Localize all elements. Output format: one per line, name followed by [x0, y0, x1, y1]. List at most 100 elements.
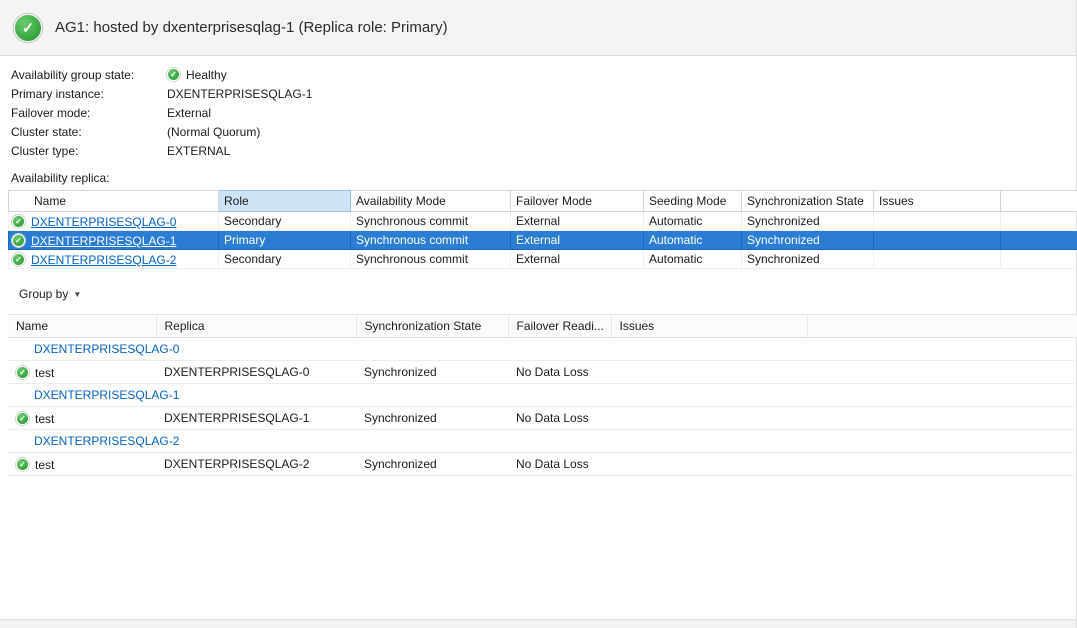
healthy-check-icon: ✓	[12, 215, 25, 228]
database-failover-readiness-cell: No Data Loss	[508, 453, 611, 476]
replica-link[interactable]: DXENTERPRISESQLAG-1	[31, 234, 176, 248]
check-glyph: ✓	[15, 255, 22, 264]
database-row[interactable]: ✓ test DXENTERPRISESQLAG-0 Synchronized …	[8, 361, 1077, 384]
availability-replica-table: Name Role Availability Mode Failover Mod…	[8, 190, 1077, 269]
status-label: Primary instance:	[11, 87, 167, 101]
status-row-group-state: Availability group state: ✓ Healthy	[11, 65, 1076, 84]
availability-replica-label: Availability replica:	[11, 171, 1076, 185]
status-label: Cluster state:	[11, 125, 167, 139]
replica-availability-mode-cell: Synchronous commit	[351, 231, 511, 250]
column-header-issues[interactable]: Issues	[611, 315, 807, 338]
column-header-replica[interactable]: Replica	[156, 315, 356, 338]
database-replica-cell: DXENTERPRISESQLAG-2	[156, 453, 356, 476]
replica-row-1-selected[interactable]: ✓ DXENTERPRISESQLAG-1 Primary Synchronou…	[9, 231, 1077, 250]
group-name: DXENTERPRISESQLAG-0	[34, 342, 179, 356]
database-synchronization-state-cell: Synchronized	[356, 361, 508, 384]
database-replica-cell: DXENTERPRISESQLAG-0	[156, 361, 356, 384]
database-issues-cell	[611, 453, 807, 476]
status-value-text: (Normal Quorum)	[167, 125, 260, 139]
column-header-name[interactable]: Name	[9, 191, 219, 212]
group-header-cell: DXENTERPRISESQLAG-2	[8, 430, 1077, 453]
healthy-check-icon: ✓	[16, 458, 29, 471]
replica-table-header-row: Name Role Availability Mode Failover Mod…	[9, 191, 1077, 212]
replica-filler-cell	[1001, 212, 1077, 231]
replica-filler-cell	[1001, 250, 1077, 269]
column-header-failover-readiness[interactable]: Failover Readi...	[508, 315, 611, 338]
healthy-check-icon: ✓	[12, 234, 25, 247]
databases-table: Name Replica Synchronization State Failo…	[8, 314, 1077, 476]
column-header-availability-mode[interactable]: Availability Mode	[351, 191, 511, 212]
replica-name-cell: ✓ DXENTERPRISESQLAG-1	[9, 231, 219, 250]
replica-availability-mode-cell: Synchronous commit	[351, 212, 511, 231]
database-issues-cell	[611, 361, 807, 384]
database-filler-cell	[807, 361, 1077, 384]
page-title: AG1: hosted by dxenterprisesqlag-1 (Repl…	[55, 19, 448, 36]
group-header-cell: DXENTERPRISESQLAG-1	[8, 384, 1077, 407]
column-header-name[interactable]: Name	[8, 315, 156, 338]
database-replica-cell: DXENTERPRISESQLAG-1	[156, 407, 356, 430]
replica-availability-mode-cell: Synchronous commit	[351, 250, 511, 269]
check-glyph: ✓	[22, 19, 35, 37]
database-name: test	[35, 412, 54, 426]
check-glyph: ✓	[19, 368, 26, 377]
database-name: test	[35, 366, 54, 380]
status-value: ✓ Healthy	[167, 68, 227, 82]
column-header-issues[interactable]: Issues	[874, 191, 1001, 212]
status-value-text: DXENTERPRISESQLAG-1	[167, 87, 312, 101]
replica-link[interactable]: DXENTERPRISESQLAG-2	[31, 253, 176, 267]
status-value-text: Healthy	[186, 68, 227, 82]
status-label: Cluster type:	[11, 144, 167, 158]
healthy-check-icon: ✓	[167, 68, 180, 81]
database-filler-cell	[807, 407, 1077, 430]
dashboard-header: ✓ AG1: hosted by dxenterprisesqlag-1 (Re…	[0, 0, 1076, 56]
group-header-cell: DXENTERPRISESQLAG-0	[8, 338, 1077, 361]
databases-table-header-row: Name Replica Synchronization State Failo…	[8, 315, 1077, 338]
database-failover-readiness-cell: No Data Loss	[508, 407, 611, 430]
database-name-cell: ✓ test	[8, 453, 156, 476]
replica-synchronization-state-cell: Synchronized	[742, 250, 874, 269]
healthy-check-icon: ✓	[16, 366, 29, 379]
healthy-check-icon: ✓	[16, 412, 29, 425]
replica-role-cell: Secondary	[219, 212, 351, 231]
database-name: test	[35, 458, 54, 472]
database-issues-cell	[611, 407, 807, 430]
replica-role-cell: Primary	[219, 231, 351, 250]
column-header-failover-mode[interactable]: Failover Mode	[511, 191, 644, 212]
column-header-seeding-mode[interactable]: Seeding Mode	[644, 191, 742, 212]
column-header-filler	[807, 315, 1077, 338]
check-glyph: ✓	[15, 236, 22, 245]
status-row-failover-mode: Failover mode: External	[11, 103, 1076, 122]
group-header-row-2[interactable]: DXENTERPRISESQLAG-2	[8, 430, 1077, 453]
database-synchronization-state-cell: Synchronized	[356, 407, 508, 430]
column-header-synchronization-state[interactable]: Synchronization State	[356, 315, 508, 338]
database-name-cell: ✓ test	[8, 407, 156, 430]
replica-seeding-mode-cell: Automatic	[644, 212, 742, 231]
replica-link[interactable]: DXENTERPRISESQLAG-0	[31, 215, 176, 229]
replica-name-cell: ✓ DXENTERPRISESQLAG-0	[9, 212, 219, 231]
ag-dashboard: ✓ AG1: hosted by dxenterprisesqlag-1 (Re…	[0, 0, 1077, 628]
group-by-button[interactable]: Group by ▼	[11, 283, 89, 305]
column-header-synchronization-state[interactable]: Synchronization State	[742, 191, 874, 212]
database-row[interactable]: ✓ test DXENTERPRISESQLAG-2 Synchronized …	[8, 453, 1077, 476]
replica-row-2[interactable]: ✓ DXENTERPRISESQLAG-2 Secondary Synchron…	[9, 250, 1077, 269]
group-by-label: Group by	[19, 287, 68, 301]
status-label: Failover mode:	[11, 106, 167, 120]
group-header-row-1[interactable]: DXENTERPRISESQLAG-1	[8, 384, 1077, 407]
status-value-text: EXTERNAL	[167, 144, 230, 158]
healthy-check-icon: ✓	[14, 14, 42, 42]
replica-role-cell: Secondary	[219, 250, 351, 269]
replica-issues-cell	[874, 212, 1001, 231]
replica-seeding-mode-cell: Automatic	[644, 250, 742, 269]
status-value-text: External	[167, 106, 211, 120]
check-glyph: ✓	[170, 70, 177, 79]
replica-issues-cell	[874, 231, 1001, 250]
column-header-role[interactable]: Role	[219, 191, 351, 212]
check-glyph: ✓	[19, 460, 26, 469]
database-row[interactable]: ✓ test DXENTERPRISESQLAG-1 Synchronized …	[8, 407, 1077, 430]
replica-row-0[interactable]: ✓ DXENTERPRISESQLAG-0 Secondary Synchron…	[9, 212, 1077, 231]
group-header-row-0[interactable]: DXENTERPRISESQLAG-0	[8, 338, 1077, 361]
status-row-cluster-state: Cluster state: (Normal Quorum)	[11, 122, 1076, 141]
database-filler-cell	[807, 453, 1077, 476]
check-glyph: ✓	[15, 217, 22, 226]
horizontal-scrollbar[interactable]	[0, 619, 1076, 628]
